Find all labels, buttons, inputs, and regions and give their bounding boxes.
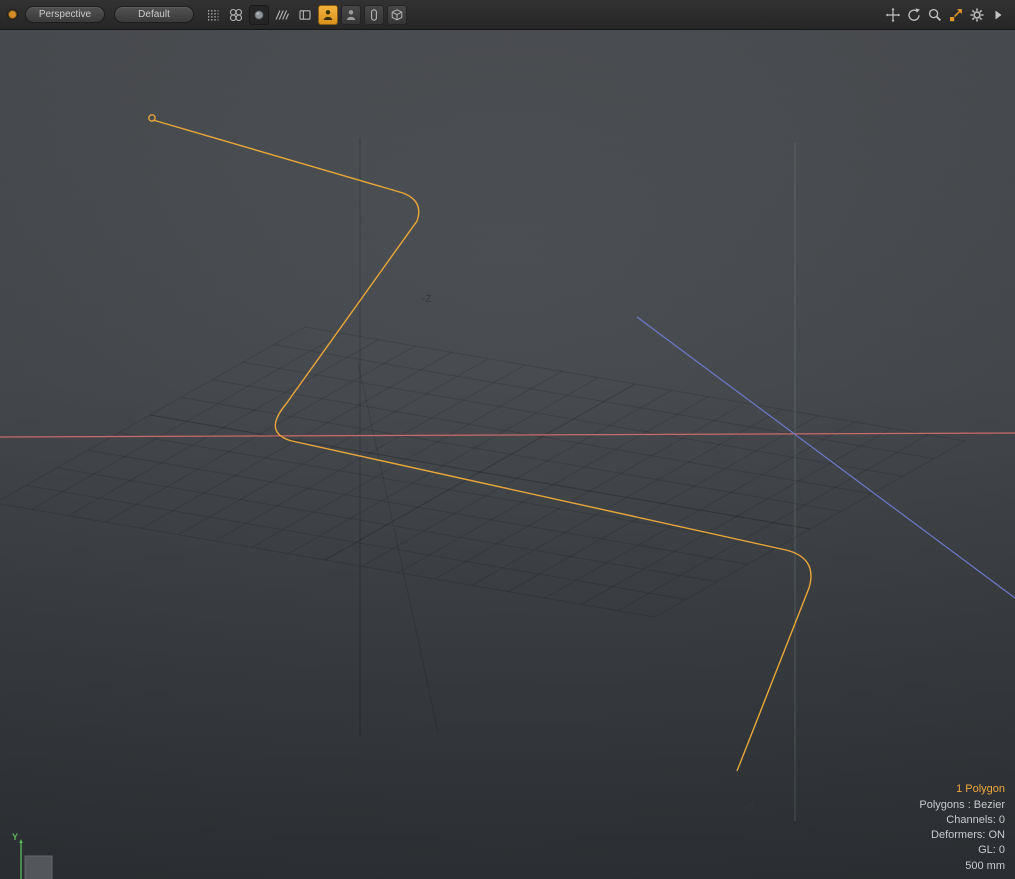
z-axis-line <box>637 317 1015 598</box>
move-icon-button[interactable] <box>883 5 902 24</box>
fit-icon-button[interactable] <box>946 5 965 24</box>
view-type-button[interactable]: Perspective <box>25 6 105 23</box>
x-axis-line <box>0 433 1015 437</box>
viewport-nav-controls <box>881 5 1007 24</box>
axis-gizmo: Y X Z <box>3 832 55 879</box>
four-circles-icon-button[interactable] <box>226 5 246 25</box>
hatch-icon <box>275 8 289 22</box>
status-channels: Channels: 0 <box>919 813 1005 828</box>
zoom-icon <box>927 7 943 23</box>
gear-icon-button[interactable] <box>967 5 986 24</box>
fit-icon <box>948 7 964 23</box>
sphere-icon-button[interactable] <box>249 5 269 25</box>
dot-grid-icon-button[interactable] <box>203 5 223 25</box>
capsule-icon-button[interactable] <box>364 5 384 25</box>
modo-3d-viewport-window: Perspective Default <box>0 0 1015 879</box>
status-grid-size: 500 mm <box>919 859 1005 874</box>
window-icon-button[interactable] <box>295 5 315 25</box>
bezier-curve[interactable] <box>153 120 811 771</box>
gizmo-y-arrow <box>19 839 23 843</box>
cube-icon <box>390 8 404 22</box>
expand-arrow-icon-button[interactable] <box>988 5 1007 24</box>
cube-icon-button[interactable] <box>387 5 407 25</box>
neg-z-label: -Z <box>422 294 431 305</box>
capsule-icon <box>367 8 381 22</box>
grid-diagonal-line <box>358 362 438 732</box>
pos-z-label: +Z <box>743 803 755 814</box>
gizmo-y-label: Y <box>12 832 18 842</box>
status-polygon-count: 1 Polygon <box>919 782 1005 797</box>
zoom-icon-button[interactable] <box>925 5 944 24</box>
four-circles-icon <box>229 8 243 22</box>
dot-grid-icon <box>206 8 220 22</box>
status-polygon-type: Polygons : Bezier <box>919 798 1005 813</box>
scene-canvas: -Z +Z Y X Z <box>0 30 1015 879</box>
viewport-status-info: 1 Polygon Polygons : Bezier Channels: 0 … <box>919 782 1005 874</box>
person-active-icon <box>321 8 335 22</box>
work-plane-cube <box>25 856 52 879</box>
person-active-icon-button[interactable] <box>318 5 338 25</box>
viewport-thumb-icon[interactable] <box>8 10 17 19</box>
expand-arrow-icon <box>992 7 1004 23</box>
rotate-icon <box>906 7 922 23</box>
gear-icon <box>969 7 985 23</box>
shading-mode-button[interactable]: Default <box>114 6 194 23</box>
viewport-3d[interactable]: -Z +Z Y X Z 1 Polygon Polygons : Bezier … <box>0 30 1015 879</box>
hatch-icon-button[interactable] <box>272 5 292 25</box>
ground-grid <box>0 327 965 617</box>
move-icon <box>885 7 901 23</box>
status-gl: GL: 0 <box>919 843 1005 858</box>
status-deformers: Deformers: ON <box>919 828 1005 843</box>
person-icon-button[interactable] <box>341 5 361 25</box>
viewport-toolbar: Perspective Default <box>0 0 1015 30</box>
curve-start-point[interactable] <box>149 115 155 121</box>
rotate-icon-button[interactable] <box>904 5 923 24</box>
window-icon <box>298 8 312 22</box>
sphere-icon <box>252 8 266 22</box>
person-icon <box>344 8 358 22</box>
